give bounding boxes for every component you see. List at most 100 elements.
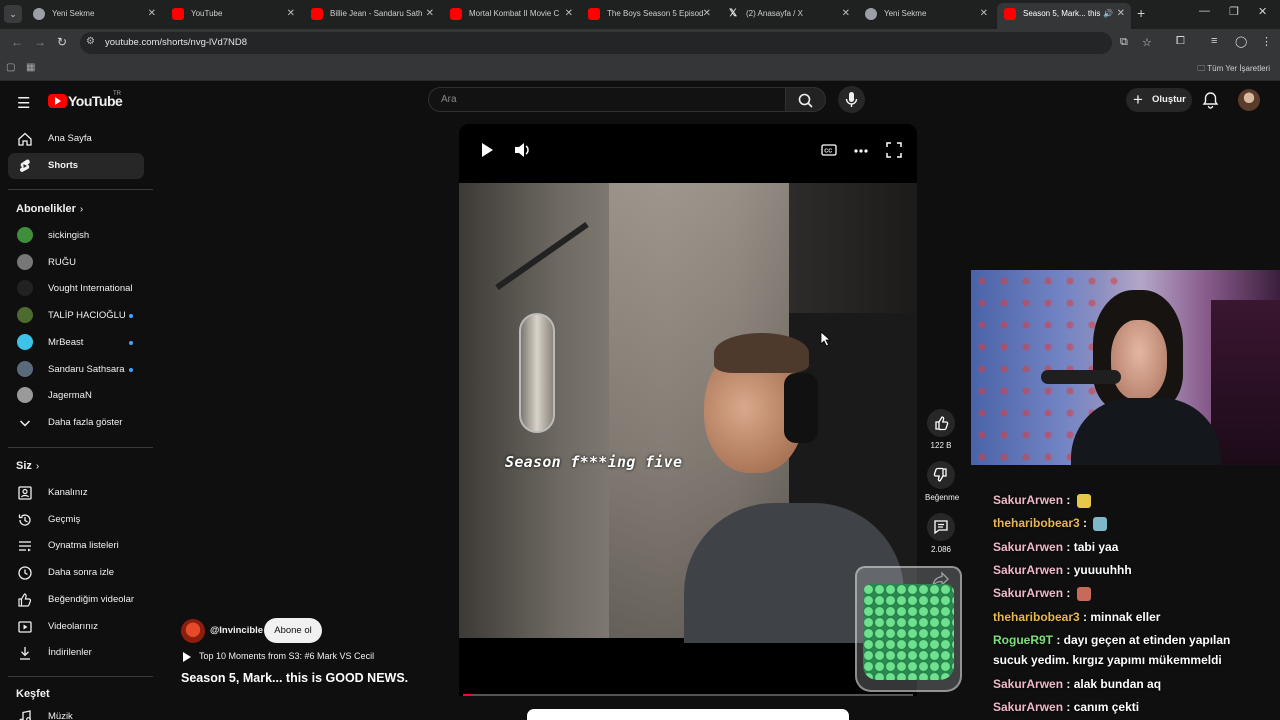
browser-tab[interactable]: YouTube ✕ [165, 3, 301, 29]
sidebar-subscription[interactable]: RUĞU [8, 250, 144, 276]
youtube-logo[interactable]: YouTube TR [48, 91, 123, 110]
chat-separator: : [1063, 586, 1074, 600]
next-short-preview[interactable] [527, 709, 849, 720]
sidebar-subscription[interactable]: sickingish [8, 223, 144, 249]
youtube-play-icon [48, 93, 67, 108]
profile-icon[interactable]: ◯ [1235, 35, 1247, 48]
tab-close-icon[interactable]: ✕ [565, 3, 573, 25]
create-button[interactable]: + Oluştur [1126, 88, 1192, 112]
all-bookmarks-link[interactable]: 🗀 Tüm Yer İşaretleri [1197, 63, 1270, 77]
bookmark-star-icon[interactable]: ☆ [1142, 36, 1152, 49]
tab-search-button[interactable]: ⌄ [4, 5, 22, 23]
more-options-icon[interactable] [853, 144, 869, 162]
guide-menu-icon[interactable]: ☰ [17, 94, 30, 112]
sidebar-item-video[interactable]: Videolarınız [8, 614, 144, 640]
sidebar-item-clock[interactable]: Daha sonra izle [8, 560, 144, 586]
section-title: Siz [16, 460, 32, 472]
sidebar-divider [8, 676, 153, 677]
sidebar-subscription[interactable]: Vought International [8, 276, 144, 302]
tab-close-icon[interactable]: ✕ [980, 3, 988, 25]
chat-username: SakurArwen [993, 540, 1064, 554]
browser-tab[interactable]: Yeni Sekme ✕ [858, 3, 994, 29]
like-button[interactable]: 122 B [925, 409, 957, 450]
chevron-down-icon [17, 415, 33, 431]
emote-icon [1093, 516, 1108, 531]
sidebar-item-home[interactable]: Ana Sayfa [8, 126, 144, 152]
tab-close-icon[interactable]: ✕ [287, 3, 295, 25]
sidebar-item-like[interactable]: Beğendiğim videolar [8, 587, 144, 613]
channel-handle[interactable]: @Invincible [210, 625, 263, 636]
captions-icon[interactable]: CC [821, 142, 837, 163]
sidebar-item-download[interactable]: İndirilenler [8, 640, 144, 666]
sidebar-subscription[interactable]: TALİP HACIOĞLU [8, 303, 144, 329]
emote-icon [1076, 493, 1091, 508]
browser-tab[interactable]: Season 5, Mark... this 🔊 ✕ [997, 3, 1131, 29]
sidebar-item-playlist[interactable]: Oynatma listeleri [8, 533, 144, 559]
notifications-bell-icon[interactable] [1202, 91, 1219, 114]
tab-close-icon[interactable]: ✕ [426, 3, 434, 25]
back-icon[interactable]: ← [11, 35, 23, 49]
extensions-icon[interactable]: ⧠ [1176, 35, 1185, 48]
search-input[interactable]: Ara [428, 87, 786, 112]
omnibox[interactable]: ⚙ youtube.com/shorts/nvg-lVd7ND8 ⧉ ☆ [80, 32, 1152, 54]
minimize-icon[interactable]: — [1199, 5, 1210, 17]
cast-icon[interactable]: ⧉ [1120, 36, 1128, 49]
progress-fill [463, 694, 472, 696]
sidebar-subscription[interactable]: MrBeast [8, 330, 144, 356]
bookmark-page-icon[interactable]: ▢ [6, 62, 15, 73]
shorts-player[interactable]: CC Season f***ing five [459, 124, 917, 696]
tab-close-icon[interactable]: ✕ [148, 3, 156, 25]
reload-icon[interactable]: ↻ [57, 35, 67, 49]
browser-tab[interactable]: The Boys Season 5 Episod ✕ [581, 3, 717, 29]
progress-bar[interactable] [463, 694, 913, 696]
video-icon [17, 619, 33, 635]
sidebar-divider [8, 447, 153, 448]
you-header[interactable]: Siz › [16, 460, 39, 472]
subscribe-button[interactable]: Abone ol [264, 618, 322, 643]
voice-search-button[interactable] [838, 86, 865, 113]
chat-username: RogueR9T [993, 633, 1053, 647]
sidebar-item-label: İndirilenler [48, 647, 92, 659]
play-icon[interactable] [479, 142, 495, 163]
restore-icon[interactable]: ❐ [1229, 5, 1239, 18]
browser-tab[interactable]: Yeni Sekme ✕ [26, 3, 162, 29]
tab-close-icon[interactable]: ✕ [842, 3, 850, 25]
sidebar-item-history[interactable]: Geçmiş [8, 507, 144, 533]
new-tab-button[interactable]: + [1137, 5, 1145, 21]
music-icon [17, 709, 33, 720]
browser-tab[interactable]: Mortal Kombat II Movie C ✕ [443, 3, 579, 29]
folder-icon: 🗀 [1197, 64, 1206, 73]
window-close-icon[interactable]: ✕ [1258, 5, 1267, 18]
volume-icon[interactable] [514, 142, 532, 163]
chat-username: theharibobear3 [993, 610, 1080, 624]
show-more-button[interactable]: Daha fazla göster [8, 410, 144, 436]
account-avatar[interactable] [1238, 89, 1260, 111]
browser-tab[interactable]: Billie Jean - Sandaru Sath ✕ [304, 3, 440, 29]
apps-grid-icon[interactable]: ▦ [26, 62, 35, 73]
sidebar-item-shorts[interactable]: Shorts [8, 153, 144, 179]
site-info-icon[interactable]: ⚙ [86, 36, 95, 47]
media-controls-icon[interactable]: ≡ [1211, 35, 1217, 47]
comments-button[interactable]: 2.086 [925, 513, 957, 554]
sidebar-subscription[interactable]: Sandaru Sathsara [8, 357, 144, 383]
channel-avatar[interactable] [181, 619, 205, 643]
related-video-link[interactable]: Top 10 Moments from S3: #6 Mark VS Cecil [183, 651, 374, 662]
chat-separator: : [1063, 563, 1074, 577]
fullscreen-icon[interactable] [886, 142, 902, 163]
subscriptions-header[interactable]: Abonelikler › [16, 203, 83, 215]
search-button[interactable] [786, 87, 826, 112]
forward-icon[interactable]: → [34, 35, 46, 49]
streamer-microphone [1041, 370, 1121, 384]
sidebar-item-label: Oynatma listeleri [48, 540, 119, 552]
tab-close-icon[interactable]: ✕ [703, 3, 711, 25]
sidebar-item-channel[interactable]: Kanalınız [8, 480, 144, 506]
browser-tab[interactable]: 𝕏 (2) Anasayfa / X ✕ [720, 3, 856, 29]
chat-username: SakurArwen [993, 677, 1064, 691]
sidebar-item-music[interactable]: Müzik [8, 704, 144, 720]
tab-audio-icon[interactable]: 🔊 [1103, 3, 1113, 25]
tab-close-icon[interactable]: ✕ [1117, 3, 1125, 25]
menu-dots-icon[interactable]: ⋮ [1261, 35, 1272, 48]
chat-message: SakurArwen : [993, 490, 1091, 510]
sidebar-subscription[interactable]: JagermaN [8, 383, 144, 409]
dislike-button[interactable]: Beğenme [925, 461, 959, 502]
